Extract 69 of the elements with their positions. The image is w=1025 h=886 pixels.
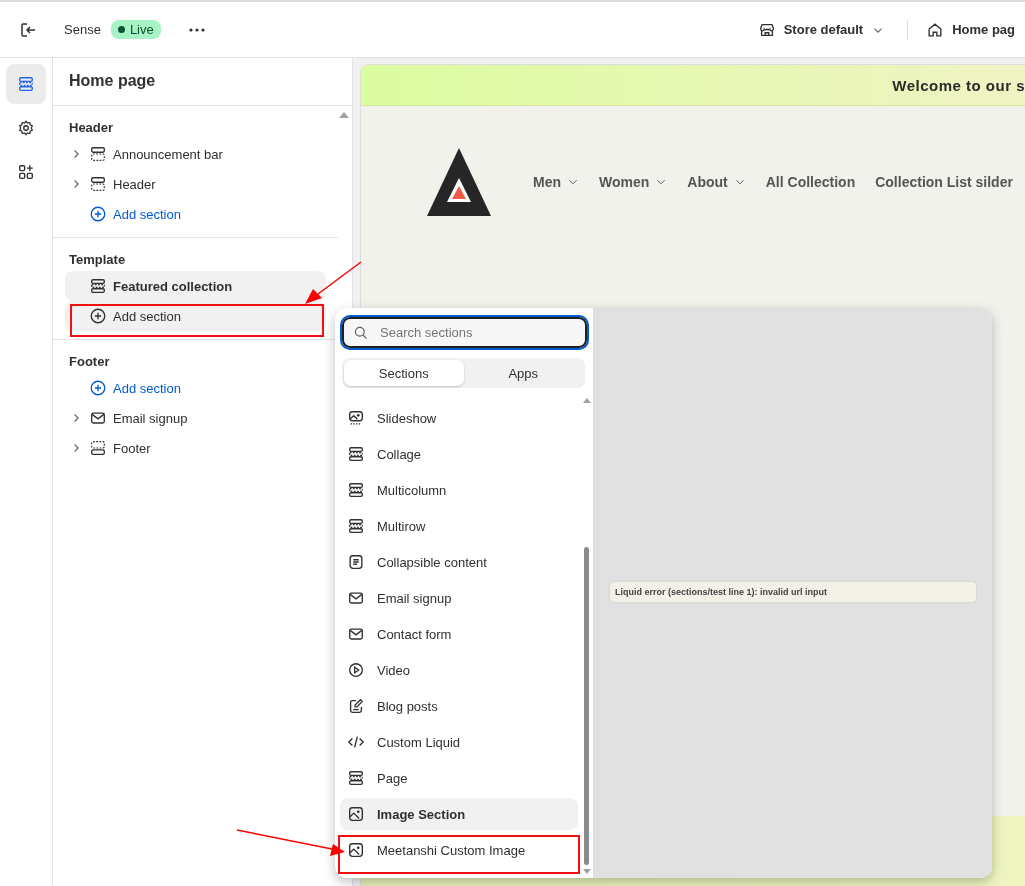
section-option[interactable]: Contact form xyxy=(340,618,578,650)
store-nav-link[interactable]: Men xyxy=(533,174,579,190)
page-dropdown[interactable]: Home pag xyxy=(916,20,1025,39)
document-icon xyxy=(347,553,365,571)
scrollbar-thumb[interactable] xyxy=(584,547,589,865)
envelope-icon xyxy=(347,625,365,643)
section-tree-item[interactable]: Announcement bar xyxy=(65,139,326,169)
edit-icon xyxy=(347,697,365,715)
envelope-icon xyxy=(347,589,365,607)
group-heading: Footer xyxy=(69,354,111,369)
section-layout-icon xyxy=(347,481,365,499)
apps-icon xyxy=(17,163,35,181)
announcement-text: Welcome to our s xyxy=(892,76,1025,94)
section-option[interactable]: Multirow xyxy=(340,510,578,542)
store-nav-link[interactable]: Collection List silder xyxy=(875,174,1013,190)
group-heading: Template xyxy=(69,252,127,267)
theme-name: Sense xyxy=(64,22,101,37)
section-tree-item[interactable]: Email signup xyxy=(65,403,326,433)
section-option[interactable]: Slideshow xyxy=(340,402,578,434)
section-tree-item[interactable]: Header xyxy=(65,169,326,199)
error-message: Liquid error (sections/test line 1): invalid url input xyxy=(610,582,976,602)
panel-title: Home page xyxy=(53,58,352,106)
section-layout-icon xyxy=(17,75,35,93)
store-dropdown[interactable]: Store default xyxy=(747,20,896,39)
scroll-down-icon[interactable] xyxy=(582,869,591,874)
section-layout-icon xyxy=(347,517,365,535)
section-option[interactable]: Meetanshi Custom Image xyxy=(340,834,578,866)
picker-tab[interactable]: Sections xyxy=(344,360,464,386)
sections-nav-button[interactable] xyxy=(6,64,46,104)
image-icon xyxy=(347,409,365,427)
search-field[interactable]: Search sections xyxy=(342,317,587,348)
scroll-up-icon[interactable] xyxy=(339,112,349,118)
section-option[interactable]: Video xyxy=(340,654,578,686)
section-option[interactable]: Blog posts xyxy=(340,690,578,722)
group-heading: Header xyxy=(69,120,115,135)
section-layout-icon xyxy=(89,277,107,295)
store-nav-link[interactable]: About xyxy=(687,174,746,190)
envelope-icon xyxy=(89,409,107,427)
section-option[interactable]: Image Section xyxy=(340,798,578,830)
section-option[interactable]: Collapsible content xyxy=(340,546,578,578)
image-icon xyxy=(347,841,365,859)
add-section-button[interactable]: Add section xyxy=(65,301,326,331)
live-badge: Live xyxy=(110,20,161,39)
store-nav-link[interactable]: All Collection xyxy=(765,174,856,190)
image-icon xyxy=(347,805,365,823)
section-layout-icon xyxy=(347,445,365,463)
add-section-button[interactable]: Add section xyxy=(65,373,326,403)
section-tree-item[interactable]: Footer xyxy=(65,433,326,463)
section-option[interactable]: Collage xyxy=(340,438,578,470)
picker-tab[interactable]: Apps xyxy=(463,360,583,386)
plus-circle-icon xyxy=(89,205,107,223)
section-tree-item[interactable]: Featured collection xyxy=(65,271,326,301)
store-nav-link[interactable]: Women xyxy=(599,174,668,190)
settings-icon xyxy=(17,119,35,137)
plus-circle-icon xyxy=(89,379,107,397)
scroll-up-icon[interactable] xyxy=(582,398,591,403)
section-layout-icon xyxy=(347,769,365,787)
play-icon xyxy=(347,661,365,679)
section-option[interactable]: Email signup xyxy=(340,582,578,614)
section-layout-icon xyxy=(89,175,107,193)
section-option[interactable]: Page xyxy=(340,762,578,794)
triangle-logo xyxy=(427,148,491,216)
annotation-arrow xyxy=(305,261,362,304)
section-option[interactable]: Multicolumn xyxy=(340,474,578,506)
add-section-button[interactable]: Add section xyxy=(65,199,326,229)
section-option[interactable]: Custom Liquid xyxy=(340,726,578,758)
plus-circle-icon xyxy=(89,307,107,325)
section-layout-icon xyxy=(89,439,107,457)
section-layout-icon xyxy=(89,145,107,163)
